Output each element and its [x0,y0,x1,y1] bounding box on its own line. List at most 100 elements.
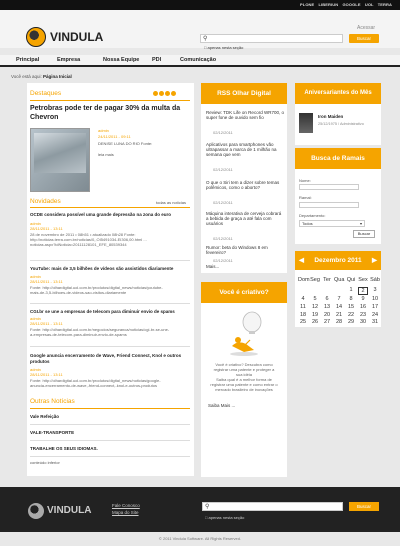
outras-item[interactable]: Vale Refeição [30,414,59,419]
calendar-day[interactable]: 29 [346,319,356,325]
logo-text[interactable]: VINDULA [50,30,103,44]
news-item-title[interactable]: Google anuncia encerramento de Wave, Fri… [30,353,190,364]
calendar-day[interactable]: 10 [370,296,380,302]
footer-search-checkbox[interactable]: □ apenas nesta seção [205,515,244,520]
calendar-day[interactable]: 31 [370,319,380,325]
calendar-day[interactable]: 4 [298,296,308,302]
calendar-day[interactable]: 24 [370,312,380,318]
rss-item-title[interactable]: Review: TDK Life on Record WR700, o supe… [206,110,284,120]
creative-more-link[interactable]: Saiba Mais ... [208,403,235,408]
birthday-name[interactable]: Iron Maiden [318,114,343,119]
calendar-day[interactable]: 30 [358,319,368,325]
footer-search-button[interactable]: Buscar [349,502,379,511]
rss-item-title[interactable]: Rumor: beta do Windows 8 em fevereiro? [206,245,284,255]
nav-pdi[interactable]: PDI [152,57,161,63]
nav-comunicacao[interactable]: Comunicação [180,57,216,63]
footer-link-sitemap[interactable]: Mapa do Site [112,510,139,515]
breadcrumb-current[interactable]: Página Inicial [43,74,72,79]
rss-item-title[interactable]: Aplicativos para smartphones vão ultrapa… [206,142,284,157]
calendar-day[interactable]: 3 [370,287,380,293]
department-select[interactable]: Todos ▾ [299,220,365,227]
extension-search-button[interactable]: Buscar [353,230,375,238]
outras-item[interactable]: TRABALHE OS SEUS IDIOMAS. [30,446,98,451]
nav-principal[interactable]: Principal [16,57,39,63]
all-news-link[interactable]: todas as notícias [156,200,186,205]
next-month-icon[interactable]: ▶ [372,251,377,270]
calendar-day[interactable]: 7 [334,296,344,302]
calendar-day[interactable]: 16 [358,304,368,310]
featured-headline[interactable]: Petrobras pode ter de pagar 30% da multa… [30,104,188,122]
calendar-day[interactable]: 17 [370,304,380,310]
extension-input[interactable] [299,202,359,208]
slider-dot[interactable] [165,91,170,96]
calendar-day[interactable]: 15 [346,304,356,310]
slider-dot[interactable] [153,91,158,96]
calendar-day-header: Seg [310,277,320,283]
name-input[interactable] [299,184,359,190]
calendar-day[interactable]: 13 [322,304,332,310]
calendar-day[interactable]: 26 [310,319,320,325]
slider-dot[interactable] [159,91,164,96]
calendar-day[interactable]: 28 [334,319,344,325]
slider-dots[interactable] [152,91,176,98]
calendar-day[interactable]: 18 [298,312,308,318]
news-item-body: Fonte: http://olhardigital.uol.com.br/pr… [30,285,190,295]
calendar-day-header: Sex [358,277,368,283]
login-link[interactable]: Acessar [357,25,375,31]
footer-search-input[interactable] [202,502,343,511]
top-link-liberiun[interactable]: LIBERIUN [319,2,339,7]
calendar-day[interactable]: 12 [310,304,320,310]
top-link-terra[interactable]: TERRA [378,2,392,7]
calendar-day[interactable]: 21 [334,312,344,318]
nav-empresa[interactable]: Empresa [57,57,80,63]
rss-item-date: 02/12/2011 [213,258,233,263]
calendar-day[interactable]: 19 [310,312,320,318]
nav-nossa-equipe[interactable]: Nossa Equipe [103,57,139,63]
news-item-title[interactable]: CGI.br se une a empresas de telecom para… [30,309,190,314]
copyright: © 2011 Vindula Software. All Rights Rese… [158,536,242,541]
news-separator [30,260,190,261]
footer-logo-text[interactable]: VINDULA [47,505,91,516]
news-item-title[interactable]: YouTube: mais de 3,5 bilhões de vídeos s… [30,266,190,271]
extension-search-title: Busca de Ramais [295,148,381,169]
footer-link-contact[interactable]: Fale Conosco [112,503,140,508]
calendar-day[interactable]: 25 [298,319,308,325]
outras-item[interactable]: VALE-TRANSPORTE [30,430,74,435]
news-item-date: 28/11/2011 - 13:11 [30,226,63,231]
news-body-line: mais-de-3,5-bilhoes-de-videos-sao-visito… [30,290,127,295]
news-separator [30,440,190,441]
calendar-day[interactable]: 22 [346,312,356,318]
calendar-day-header: Ter [323,277,331,283]
news-item-title[interactable]: OCDE considera possível uma grande depre… [30,212,190,217]
rss-item-title[interactable]: O que o Siri tem a dizer sobre temas pol… [206,180,284,190]
rss-title: RSS Olhar Digital [201,83,287,104]
calendar-day[interactable]: 20 [322,312,332,318]
calendar-day[interactable]: 9 [358,296,368,302]
top-link-uol[interactable]: UOL [365,2,374,7]
creative-title: Você é criativo? [201,282,287,303]
top-link-google[interactable]: GOOGLE [342,2,360,7]
calendar-day[interactable]: 1 [346,287,356,293]
slider-dot[interactable] [171,91,176,96]
calendar-day[interactable]: 6 [322,296,332,302]
calendar-day[interactable]: 27 [322,319,332,325]
calendar-day[interactable]: 11 [298,304,308,310]
search-input[interactable] [200,34,343,43]
search-section-checkbox[interactable]: □ apenas nesta seção [204,45,243,50]
rss-item-title[interactable]: Máquina interativa de cerveja cobrará a … [206,211,284,226]
calendar-day[interactable]: 23 [358,312,368,318]
rss-more-link[interactable]: Mais... [206,264,219,269]
footer-search-checkbox-label: apenas nesta seção [208,515,245,520]
calendar-day[interactable]: 14 [334,304,344,310]
birthday-avatar[interactable] [299,113,313,133]
footer-logo-icon[interactable] [28,503,44,519]
prev-month-icon[interactable]: ◀ [299,251,304,270]
search-button[interactable]: Buscar [349,34,379,43]
vindula-logo-icon[interactable] [26,27,46,47]
calendar-day-today[interactable]: 2 [358,287,368,295]
top-link-plone[interactable]: PLONE [300,2,314,7]
news-separator [30,456,190,457]
calendar-day[interactable]: 5 [310,296,320,302]
calendar-day[interactable]: 8 [346,296,356,302]
read-more-link[interactable]: leia mais [98,152,114,157]
